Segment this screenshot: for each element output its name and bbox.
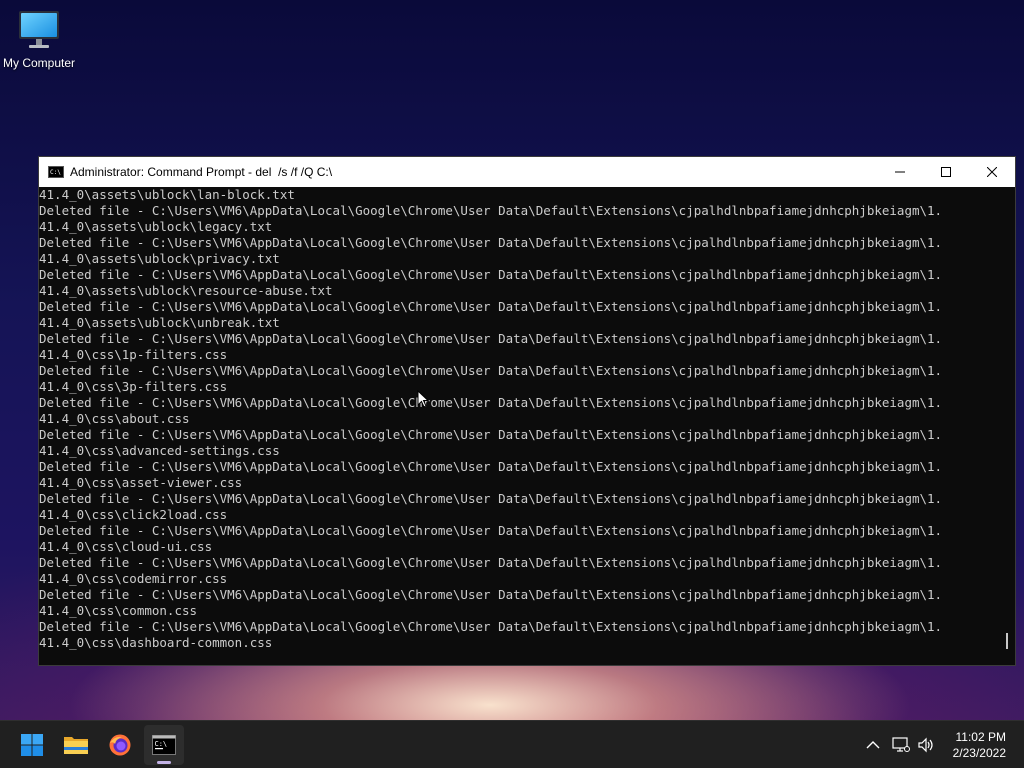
console-line: 41.4_0\css\click2load.css [39,507,228,522]
console-line: Deleted file - C:\Users\VM6\AppData\Loca… [39,587,943,602]
console-line: 41.4_0\assets\ublock\privacy.txt [39,251,280,266]
console-line: 41.4_0\assets\ublock\unbreak.txt [39,315,280,330]
window-titlebar[interactable]: C:\ Administrator: Command Prompt - del … [39,157,1015,187]
terminal-icon: C:\ [152,735,176,755]
console-line: 41.4_0\css\3p-filters.css [39,379,228,394]
console-line: Deleted file - C:\Users\VM6\AppData\Loca… [39,235,943,250]
command-prompt-window[interactable]: C:\ Administrator: Command Prompt - del … [38,156,1016,666]
console-line: 41.4_0\assets\ublock\lan-block.txt [39,187,295,202]
network-icon [892,737,910,752]
console-line: Deleted file - C:\Users\VM6\AppData\Loca… [39,203,943,218]
console-line: Deleted file - C:\Users\VM6\AppData\Loca… [39,363,943,378]
window-title: Administrator: Command Prompt - del /s /… [70,165,333,179]
console-line: Deleted file - C:\Users\VM6\AppData\Loca… [39,395,943,410]
vertical-scrollbar[interactable] [998,187,1015,665]
console-line: 41.4_0\css\common.css [39,603,198,618]
monitor-icon [19,11,59,48]
show-hidden-icons-button[interactable] [863,735,883,755]
volume-icon [918,737,933,753]
taskbar-command-prompt[interactable]: C:\ [144,725,184,765]
close-icon [987,167,997,177]
console-line: 41.4_0\css\advanced-settings.css [39,443,280,458]
console-line: Deleted file - C:\Users\VM6\AppData\Loca… [39,427,943,442]
taskbar-clock[interactable]: 11:02 PM 2/23/2022 [953,729,1006,761]
folder-icon [64,737,88,754]
console-line: Deleted file - C:\Users\VM6\AppData\Loca… [39,267,943,282]
volume-button[interactable] [916,735,936,755]
console-line: Deleted file - C:\Users\VM6\AppData\Loca… [39,555,943,570]
console-line: Deleted file - C:\Users\VM6\AppData\Loca… [39,331,943,346]
chevron-up-icon [866,741,880,749]
windows-start-icon [21,734,43,756]
console-line: 41.4_0\css\1p-filters.css [39,347,228,362]
console-line: 41.4_0\css\codemirror.css [39,571,228,586]
clock-time: 11:02 PM [955,730,1006,744]
clock-date: 2/23/2022 [952,746,1006,760]
mouse-cursor-icon [417,390,429,408]
console-line: Deleted file - C:\Users\VM6\AppData\Loca… [39,523,943,538]
console-line: 41.4_0\css\cloud-ui.css [39,539,213,554]
minimize-button[interactable] [877,157,923,187]
taskbar: C:\ 11:02 PM 2/23/2022 [0,720,1024,768]
console-line: 41.4_0\css\dashboard-common.css [39,635,273,650]
console-line: Deleted file - C:\Users\VM6\AppData\Loca… [39,459,943,474]
terminal-icon: C:\ [48,166,64,178]
console-output[interactable]: 41.4_0\assets\ublock\lan-block.txt Delete… [39,187,999,665]
maximize-button[interactable] [923,157,969,187]
firefox-icon [109,734,131,756]
console-line: 41.4_0\css\about.css [39,411,190,426]
close-button[interactable] [969,157,1015,187]
start-button[interactable] [12,725,52,765]
svg-text:C:\: C:\ [155,740,168,748]
desktop-icon-label: My Computer [2,56,76,70]
network-button[interactable] [891,735,911,755]
console-text: 41.4_0\assets\ublock\lan-block.txt Delete… [39,187,999,651]
console-line: Deleted file - C:\Users\VM6\AppData\Loca… [39,491,943,506]
window-controls [877,157,1015,187]
maximize-icon [941,167,951,177]
svg-text:C:\: C:\ [50,169,61,176]
console-line: Deleted file - C:\Users\VM6\AppData\Loca… [39,619,943,634]
console-line: Deleted file - C:\Users\VM6\AppData\Loca… [39,299,943,314]
taskbar-firefox[interactable] [100,725,140,765]
console-line: 41.4_0\assets\ublock\legacy.txt [39,219,273,234]
console-line: 41.4_0\assets\ublock\resource-abuse.txt [39,283,333,298]
minimize-icon [895,171,905,173]
console-line: 41.4_0\css\asset-viewer.css [39,475,243,490]
taskbar-file-explorer[interactable] [56,725,96,765]
active-app-indicator [157,761,171,764]
scrollbar-thumb[interactable] [1006,633,1008,649]
desktop-icon-my-computer[interactable]: My Computer [0,8,78,70]
